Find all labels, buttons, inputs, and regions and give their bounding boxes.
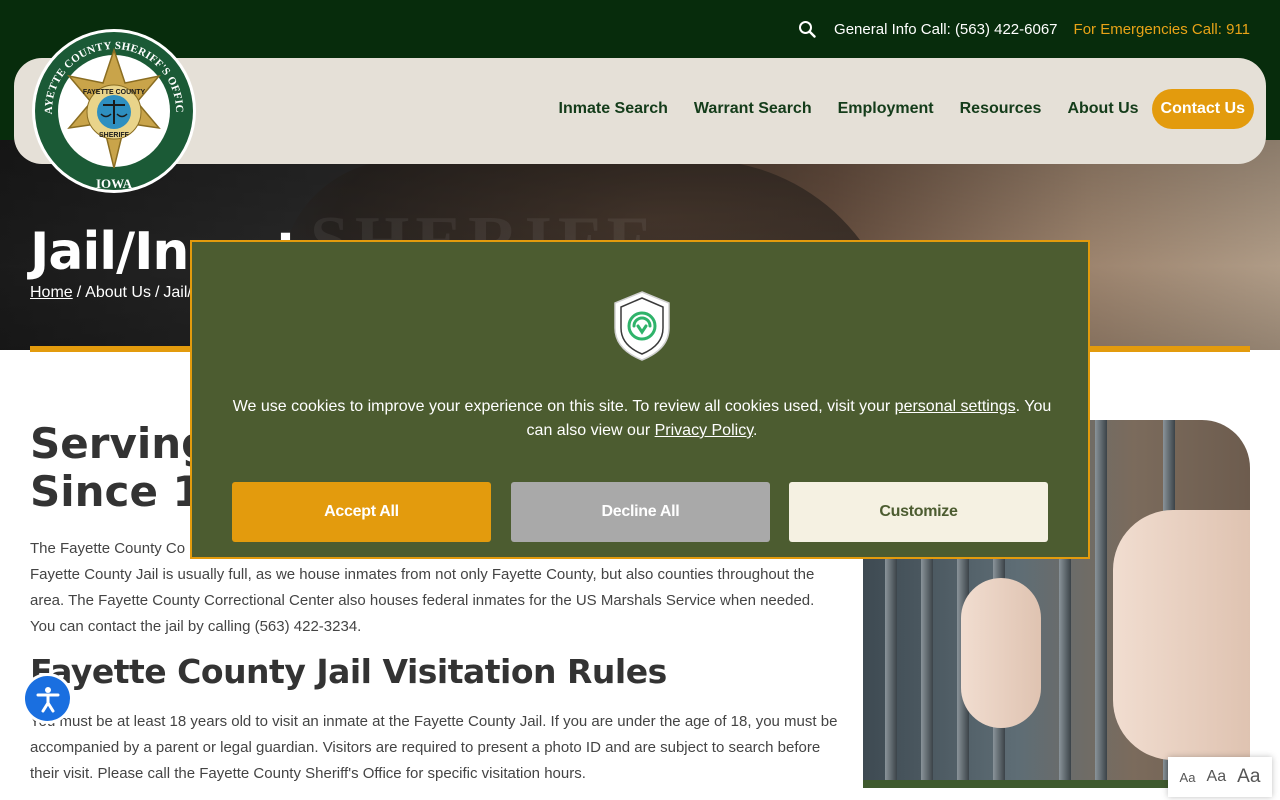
nav-menu: Inmate Search Warrant Search Employment … (546, 89, 1254, 129)
personal-settings-link[interactable]: personal settings (895, 398, 1016, 415)
contact-us-button[interactable]: Contact Us (1151, 89, 1254, 129)
privacy-policy-link[interactable]: Privacy Policy (655, 422, 753, 439)
top-bar-contact: General Info Call: (563) 422-6067 For Em… (796, 18, 1250, 40)
customize-button[interactable]: Customize (789, 482, 1048, 542)
emergency-phone[interactable]: For Emergencies Call: 911 (1074, 21, 1250, 38)
shield-icon (612, 290, 672, 362)
visitation-rules-heading: Fayette County Jail Visitation Rules (30, 652, 667, 691)
accept-all-button[interactable]: Accept All (232, 482, 491, 542)
breadcrumb-current: Jail/ (163, 284, 192, 301)
general-info-phone[interactable]: General Info Call: (563) 422-6067 (834, 21, 1057, 38)
nav-resources[interactable]: Resources (947, 100, 1055, 118)
breadcrumb-home[interactable]: Home (30, 284, 73, 302)
font-size-widget: Aa Aa Aa (1168, 757, 1272, 797)
nav-about-us[interactable]: About Us (1054, 100, 1151, 118)
svg-text:SHERIFF: SHERIFF (99, 132, 130, 139)
breadcrumb: Home / About Us / Jail/ (30, 284, 192, 302)
svg-text:FAYETTE COUNTY: FAYETTE COUNTY (83, 89, 146, 96)
font-size-medium-button[interactable]: Aa (1207, 768, 1227, 786)
breadcrumb-separator: / (154, 284, 160, 301)
font-size-small-button[interactable]: Aa (1180, 770, 1196, 785)
font-size-large-button[interactable]: Aa (1237, 766, 1260, 788)
nav-warrant-search[interactable]: Warrant Search (681, 100, 825, 118)
cookie-consent-dialog: We use cookies to improve your experienc… (190, 240, 1090, 559)
decline-all-button[interactable]: Decline All (511, 482, 770, 542)
sheriff-logo[interactable]: FAYETTE COUNTY SHERIFF'S OFFICE IOWA FAY… (27, 19, 197, 194)
nav-employment[interactable]: Employment (825, 100, 947, 118)
main-navigation: Inmate Search Warrant Search Employment … (14, 58, 1266, 164)
svg-text:IOWA: IOWA (96, 176, 133, 191)
search-icon[interactable] (796, 18, 818, 40)
nav-inmate-search[interactable]: Inmate Search (546, 100, 681, 118)
breadcrumb-separator: / (76, 284, 82, 301)
breadcrumb-about-us[interactable]: About Us (85, 284, 151, 302)
accessibility-icon[interactable] (25, 676, 70, 721)
visitation-rules-paragraph: You must be at least 18 years old to vis… (30, 713, 838, 782)
cookie-message: We use cookies to improve your experienc… (232, 398, 1052, 439)
